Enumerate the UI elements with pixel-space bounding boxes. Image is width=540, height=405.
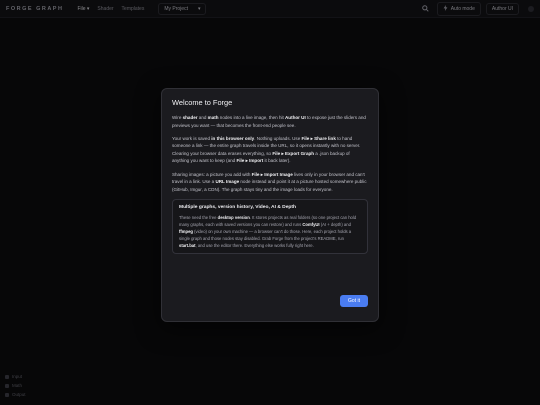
intro-paragraph: Wire shader and math nodes into a live i… — [172, 115, 366, 128]
sharing-images-paragraph: Sharing images: a picture you add with F… — [172, 171, 367, 192]
dialog-title: Welcome to Forge — [172, 98, 233, 107]
callout-text: These need the free desktop version. It … — [179, 214, 357, 248]
got-it-button[interactable]: Got it — [340, 295, 368, 307]
desktop-version-callout: Multiple graphs, version history, Video,… — [172, 198, 368, 254]
callout-title: Multiple graphs, version history, Video,… — [179, 204, 297, 210]
welcome-dialog: Welcome to Forge Wire shader and math no… — [161, 88, 379, 322]
storage-paragraph: Your work is saved in this browser only.… — [172, 135, 361, 164]
